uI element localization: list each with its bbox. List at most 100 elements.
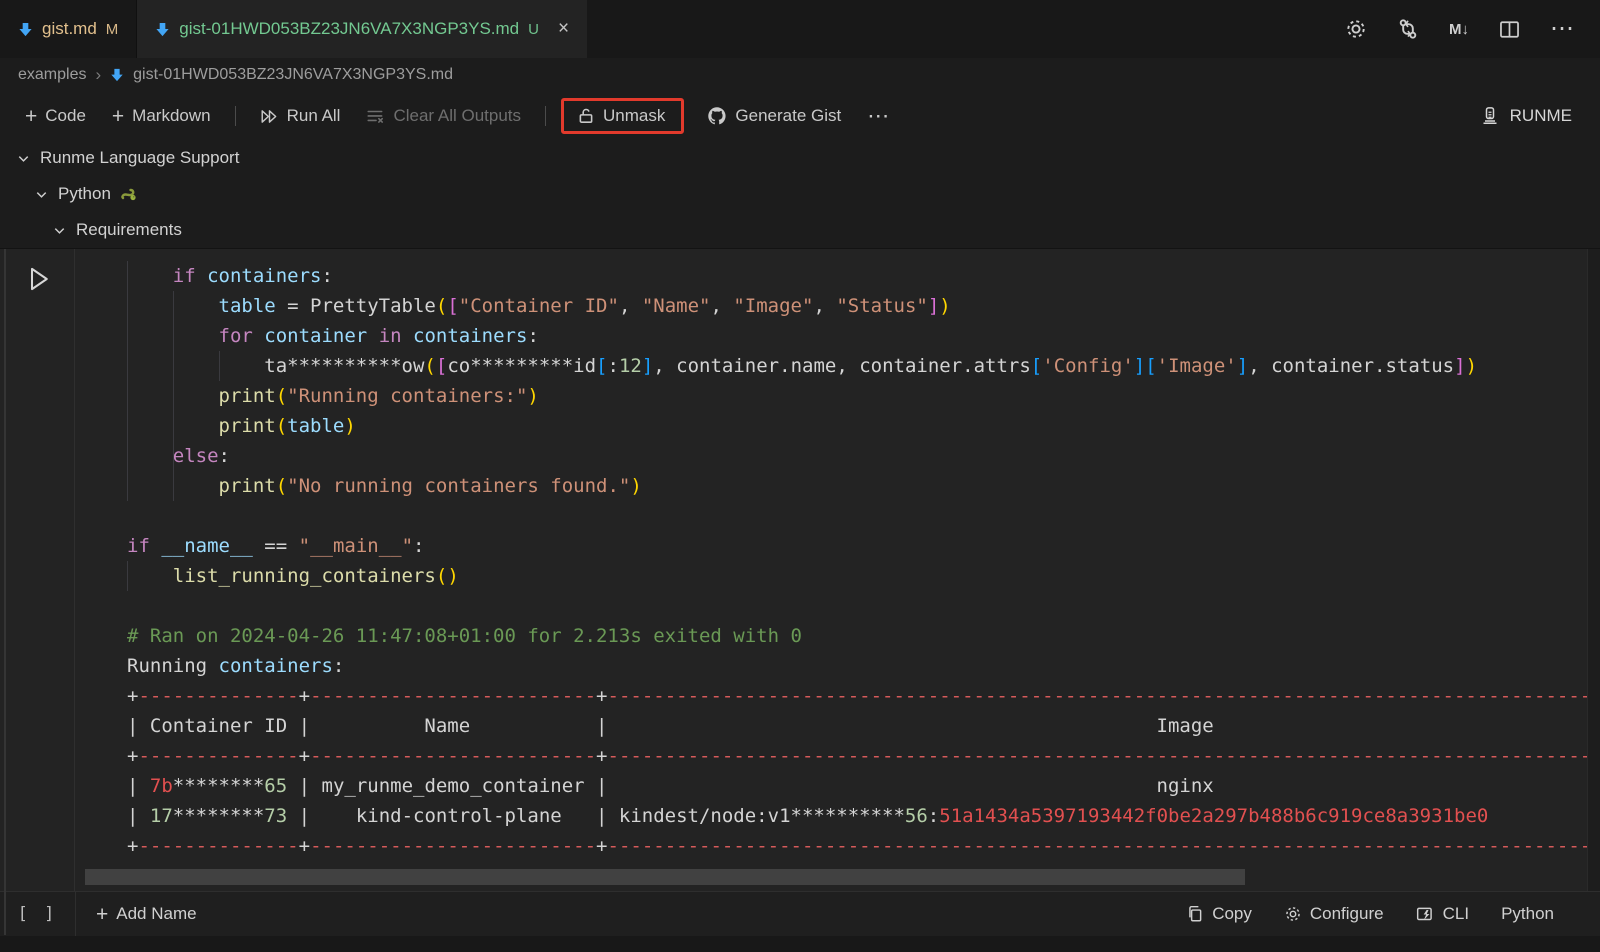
run-cell-button[interactable] (26, 265, 52, 293)
code-line[interactable]: +--------------+------------------------… (127, 741, 1600, 771)
document-outline: Runme Language Support Python Requiremen… (0, 140, 1600, 248)
code-line[interactable]: | 17********73 | kind-control-plane | ki… (127, 801, 1600, 831)
outline-item-requirements[interactable]: Requirements (0, 212, 1600, 248)
breadcrumb-separator: › (95, 65, 101, 85)
cli-button[interactable]: CLI (1416, 904, 1469, 924)
plus-icon: + (96, 904, 108, 925)
markdown-file-icon (110, 68, 124, 82)
indent-guide (127, 261, 128, 501)
tab-gist-01hwd[interactable]: gist-01HWD053BZ23JN6VA7X3NGP3YS.md U × (137, 0, 587, 58)
code-lines: if containers: table = PrettyTable(["Con… (127, 261, 1600, 861)
add-code-cell-button[interactable]: + Code (16, 102, 95, 131)
breadcrumb-folder[interactable]: examples (18, 66, 86, 84)
code-line[interactable]: | Container ID | Name | Image (127, 711, 1600, 741)
runme-brand: RUNME (1480, 106, 1584, 126)
unlock-icon (577, 107, 595, 125)
code-line[interactable] (127, 501, 1600, 531)
chevron-down-icon (52, 223, 67, 238)
cell-gutter (0, 249, 75, 891)
editor-actions: M↓ ⋯ (1345, 0, 1600, 58)
code-line[interactable] (127, 591, 1600, 621)
outline-label: Requirements (76, 220, 182, 240)
run-all-label: Run All (287, 106, 341, 126)
unmask-annotation-box: Unmask (561, 98, 684, 134)
chevron-down-icon (34, 187, 49, 202)
code-line[interactable]: Running containers: (127, 651, 1600, 681)
copy-button[interactable]: Copy (1186, 904, 1252, 924)
generate-gist-label: Generate Gist (735, 106, 841, 126)
add-name-button[interactable]: + Add Name (96, 904, 197, 925)
outline-item-runme-language-support[interactable]: Runme Language Support (0, 140, 1600, 176)
tab-bar: gist.md M gist-01HWD053BZ23JN6VA7X3NGP3Y… (0, 0, 1600, 58)
code-line[interactable]: # Ran on 2024-04-26 11:47:08+01:00 for 2… (127, 621, 1600, 651)
runme-label: RUNME (1510, 106, 1572, 126)
more-actions-icon[interactable]: ⋯ (1550, 17, 1574, 41)
gear-icon (1284, 905, 1302, 923)
markdown-file-icon (18, 22, 33, 37)
snake-emoji-icon (120, 187, 138, 202)
add-code-label: Code (45, 106, 86, 126)
compare-changes-icon[interactable] (1397, 18, 1419, 40)
code-line[interactable]: ta**********ow([co*********id[:12], cont… (127, 351, 1600, 381)
run-all-icon (260, 108, 279, 125)
vertical-scrollbar[interactable] (1587, 249, 1600, 891)
toolbar-divider (545, 106, 546, 126)
close-tab-icon[interactable]: × (558, 18, 569, 40)
unmask-label: Unmask (603, 106, 665, 126)
plus-icon: + (25, 106, 37, 127)
horizontal-scrollbar[interactable] (85, 869, 1245, 885)
bottom-strip (0, 935, 1600, 952)
code-line[interactable]: for container in containers: (127, 321, 1600, 351)
add-name-label: Add Name (116, 904, 196, 924)
settings-gear-icon[interactable] (1345, 18, 1367, 40)
tab-label: gist.md (42, 19, 97, 39)
toolbar-more-button[interactable]: ⋯ (858, 99, 898, 133)
indent-guide (173, 291, 174, 501)
outline-label: Runme Language Support (40, 148, 239, 168)
code-line[interactable]: +--------------+------------------------… (127, 681, 1600, 711)
tab-gist-md[interactable]: gist.md M (0, 0, 137, 58)
cli-label: CLI (1443, 904, 1469, 924)
indent-guide (127, 561, 128, 591)
unmask-button[interactable]: Unmask (573, 104, 669, 128)
git-status-badge: U (528, 21, 539, 38)
code-line[interactable]: if containers: (127, 261, 1600, 291)
code-line[interactable]: print("Running containers:") (127, 381, 1600, 411)
add-markdown-label: Markdown (132, 106, 210, 126)
code-line[interactable]: | 7b********65 | my_runme_demo_container… (127, 771, 1600, 801)
tab-label: gist-01HWD053BZ23JN6VA7X3NGP3YS.md (179, 19, 519, 39)
outline-item-python[interactable]: Python (0, 176, 1600, 212)
code-line[interactable]: print("No running containers found.") (127, 471, 1600, 501)
markdown-preview-icon[interactable]: M↓ (1449, 21, 1469, 38)
cell-brackets-indicator[interactable]: [ ] (0, 892, 75, 936)
clear-all-outputs-label: Clear All Outputs (393, 106, 521, 126)
breadcrumb-file[interactable]: gist-01HWD053BZ23JN6VA7X3NGP3YS.md (133, 66, 453, 84)
configure-label: Configure (1310, 904, 1384, 924)
add-markdown-cell-button[interactable]: + Markdown (103, 102, 220, 131)
code-line[interactable]: if __name__ == "__main__": (127, 531, 1600, 561)
code-editor[interactable]: if containers: table = PrettyTable(["Con… (75, 249, 1600, 891)
markdown-file-icon (155, 22, 170, 37)
notebook-cell: if containers: table = PrettyTable(["Con… (0, 248, 1600, 935)
code-line[interactable]: else: (127, 441, 1600, 471)
run-all-button[interactable]: Run All (251, 102, 350, 130)
code-line[interactable]: print(table) (127, 411, 1600, 441)
cell-status-bar: [ ] + Add Name Copy (0, 891, 1600, 936)
language-indicator[interactable]: Python (1501, 904, 1554, 924)
toolbar-divider (235, 106, 236, 126)
indent-guide (219, 351, 220, 381)
outline-label: Python (58, 184, 111, 204)
split-editor-icon[interactable] (1499, 20, 1520, 39)
more-icon: ⋯ (867, 103, 889, 129)
code-line[interactable]: table = PrettyTable(["Container ID", "Na… (127, 291, 1600, 321)
cell-status-main: + Add Name Copy (75, 892, 1600, 936)
chevron-down-icon (16, 151, 31, 166)
code-line[interactable]: list_running_containers() (127, 561, 1600, 591)
copy-icon (1186, 905, 1204, 923)
clear-all-outputs-button[interactable]: Clear All Outputs (357, 102, 530, 130)
generate-gist-button[interactable]: Generate Gist (698, 102, 850, 130)
github-octocat-icon (707, 106, 727, 126)
cli-terminal-icon (1416, 906, 1435, 923)
configure-button[interactable]: Configure (1284, 904, 1384, 924)
code-line[interactable]: +--------------+------------------------… (127, 831, 1600, 861)
